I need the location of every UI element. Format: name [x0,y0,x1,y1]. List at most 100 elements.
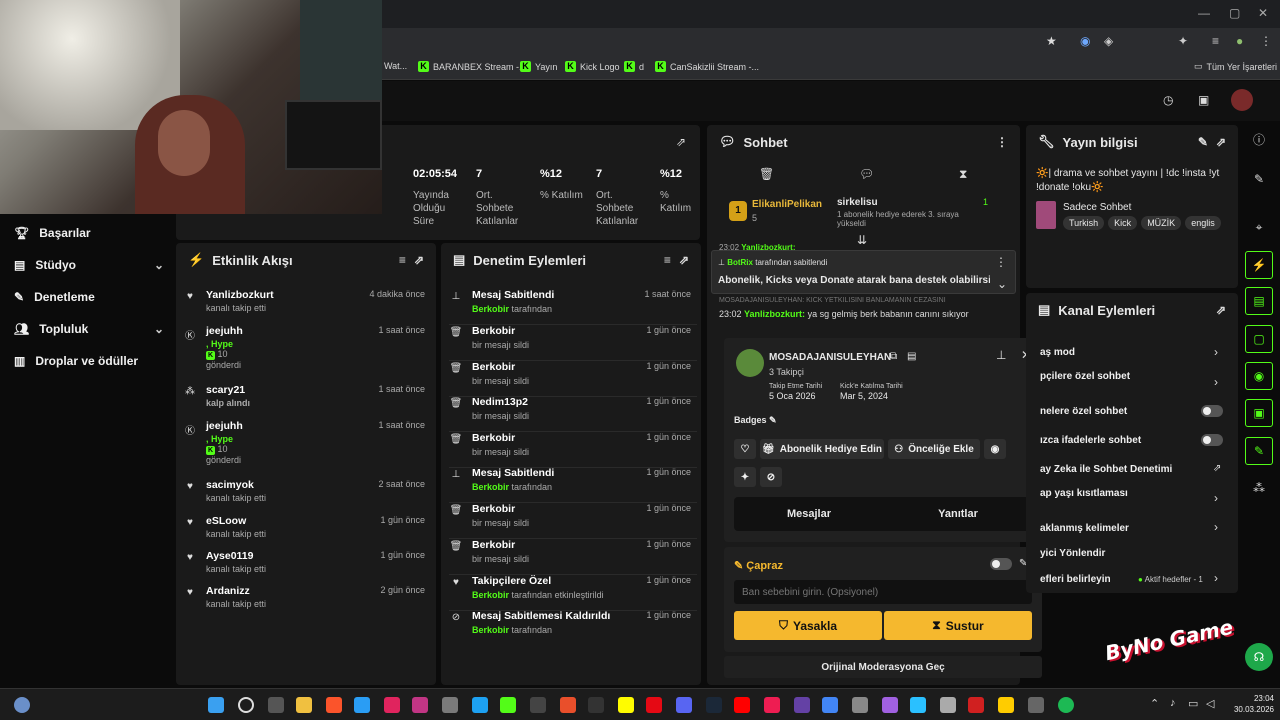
layout-icon[interactable]: ▣ [1245,399,1273,427]
popout-icon[interactable]: ⇗ [679,253,689,267]
bookmark-item[interactable]: Wat... [384,61,407,71]
pencil-icon[interactable]: ✎ [1245,165,1273,193]
ban-button[interactable]: ⛉ Yasakla [734,611,882,640]
instagram-icon[interactable] [412,697,428,713]
app-icon[interactable] [940,697,956,713]
share-icon[interactable]: ⁂ [1245,474,1273,502]
minimize-icon[interactable]: — [1198,6,1210,20]
windows-start-icon[interactable] [208,697,224,713]
brave-icon[interactable] [326,697,342,713]
history-icon[interactable]: ◷ [1163,93,1173,107]
filter-icon[interactable]: ≡ [399,253,406,267]
category-thumbnail[interactable] [1036,201,1056,229]
eye-button[interactable]: ◉ [984,439,1006,459]
add-priority-button[interactable]: ⚇ Önceliğe Ekle [888,439,980,459]
popout-icon[interactable]: ⇗ [1213,463,1221,474]
gift-user[interactable]: sirkelisu [837,197,878,208]
target-icon[interactable]: ⌖ [1245,213,1273,241]
bookmark-item[interactable]: K Yayın [520,61,557,72]
sidebar-item-moderation[interactable]: ✎ Denetleme [14,290,164,304]
star-icon[interactable]: ★ [1046,34,1057,48]
youtube-icon[interactable] [734,697,750,713]
file-explorer-icon[interactable] [296,697,312,713]
netflix-icon[interactable] [646,697,662,713]
cross-ban-toggle[interactable] [990,558,1012,570]
chevron-down-icon[interactable]: ⇊ [857,233,867,247]
popout-icon[interactable]: ⇗ [676,135,686,149]
info-icon[interactable]: ⓘ [1245,125,1273,153]
epic-games-icon[interactable] [588,697,604,713]
tab-replies[interactable]: Yanıtlar [884,497,1032,531]
trash-icon[interactable]: 🗑︎ [759,167,774,181]
steam-icon[interactable] [706,697,722,713]
chevron-right-icon[interactable]: › [1214,491,1218,505]
app-icon[interactable] [1028,697,1044,713]
twitch-icon[interactable] [794,697,810,713]
tab-messages[interactable]: Mesajlar [734,497,884,531]
log-icon[interactable]: ▤ [907,351,916,362]
pin-icon[interactable]: ⊥ [996,348,1006,362]
sidebar-item-studio[interactable]: ▤ Stüdyo ⌄ [14,258,164,272]
maximize-icon[interactable]: ▢ [1229,6,1240,20]
channel-action-row[interactable]: yici Yönlendir [1040,548,1230,559]
bookmark-item[interactable]: K CanSakizlii Stream -... [655,61,759,72]
subscriber-only-toggle[interactable] [1201,405,1223,417]
clock[interactable]: 23:04 30.03.2026 [1224,693,1274,715]
chrome-icon[interactable] [822,697,838,713]
more-icon[interactable]: ⋮ [1260,34,1272,48]
channel-action-row[interactable]: aş mod [1040,347,1230,358]
app-icon[interactable] [852,697,868,713]
bookmarks-folder[interactable]: ▭ Tüm Yer İşaretleri [1194,61,1277,72]
chat-bubble-icon[interactable]: ▢ [1245,325,1273,353]
discord-icon[interactable] [676,697,692,713]
pencil-icon[interactable]: ✎ [1198,135,1208,149]
ban-icon-button[interactable]: ⊘ [760,467,782,487]
bookmark-item[interactable]: K Kick Logo [565,61,620,72]
shield-icon[interactable]: ◈ [1104,34,1113,48]
channel-action-row[interactable]: aklanmış kelimeler [1040,523,1230,534]
app-icon[interactable] [968,697,984,713]
twitter-icon[interactable] [472,697,488,713]
chat-bubble-icon[interactable]: 💬︎ [859,167,874,181]
mute-button[interactable]: ⧗ Sustur [884,611,1032,640]
emote-only-toggle[interactable] [1201,434,1223,446]
speedtest-icon[interactable] [530,697,546,713]
bookmark-item[interactable]: Kd [624,61,644,72]
tag[interactable]: englis [1185,216,1221,230]
chevron-right-icon[interactable]: › [1214,571,1218,585]
sidebar-item-drops[interactable]: ▥ Droplar ve ödüller [14,354,164,368]
popout-icon[interactable]: ⇗ [1216,303,1226,317]
category-name[interactable]: Sadece Sohbet [1063,202,1131,213]
tray-chevron-icon[interactable]: ⌃ [1150,697,1159,710]
support-icon[interactable]: ☊ [1245,643,1273,671]
channel-action-row[interactable]: ap yaşı kısıtlaması [1040,488,1230,499]
chevron-right-icon[interactable]: › [1214,375,1218,389]
ban-reason-input[interactable] [734,580,1032,604]
store-icon[interactable] [442,697,458,713]
snapchat-icon[interactable] [618,697,634,713]
avatar[interactable] [1231,89,1253,111]
network-icon[interactable]: ▭ [1188,697,1198,710]
app-icon[interactable] [910,697,926,713]
leaderboard-user[interactable]: ElikanliPelikan [752,199,822,210]
profile-icon[interactable]: ● [1236,34,1243,48]
soundcloud-icon[interactable] [560,697,576,713]
hourglass-icon[interactable]: ⧗ [959,167,967,182]
heart-button[interactable]: ♡ [734,439,756,459]
task-view-icon[interactable] [268,697,284,713]
switch-moderation-button[interactable]: Orijinal Moderasyona Geç [724,656,1042,678]
tag[interactable]: Kick [1108,216,1138,230]
yandex-icon[interactable] [998,697,1014,713]
filter-icon[interactable]: ≡ [664,253,671,267]
popout-icon[interactable]: ⇗ [1216,135,1226,149]
microphone-icon[interactable]: ♪ [1170,697,1176,709]
sidebar-item-achievements[interactable]: 🏆︎ Başarılar [14,226,164,240]
sidebar-item-community[interactable]: 👥︎ Topluluk ⌄ [14,322,164,336]
extension-icon[interactable]: ◉ [1080,34,1090,48]
puzzle-icon[interactable]: ✦ [1178,34,1188,48]
vip-button[interactable]: ✦ [734,467,756,487]
bookmark-item[interactable]: K BARANBEX Stream -... [418,61,527,72]
kick-app-icon[interactable] [500,697,516,713]
channel-action-row[interactable]: pçilere özel sohbet [1040,371,1230,382]
bolt-icon[interactable]: ⚡ [1245,251,1273,279]
